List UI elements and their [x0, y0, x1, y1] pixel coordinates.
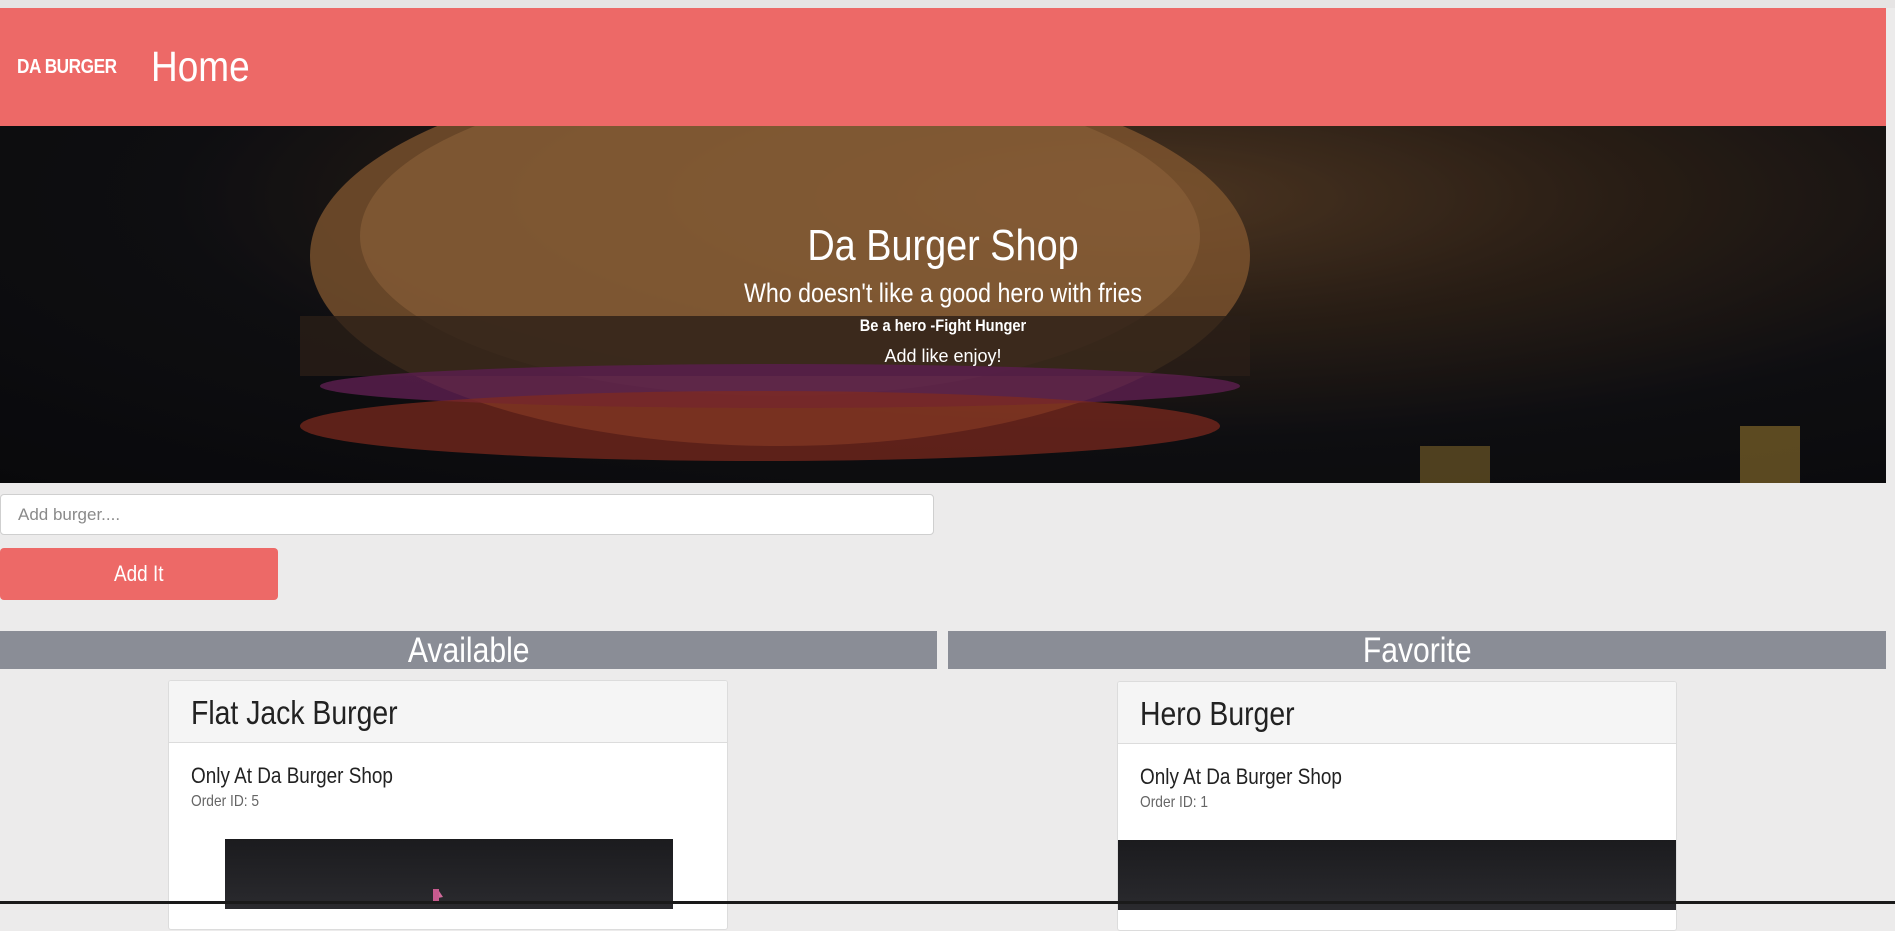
- nav-home-link[interactable]: Home: [151, 43, 250, 92]
- hero-cta-text: Add like enjoy!: [884, 346, 1002, 366]
- card-order-id: Order ID: 5: [191, 793, 260, 810]
- hero-subtitle: Who doesn't like a good hero with fries: [743, 278, 1143, 308]
- available-heading: Available: [407, 631, 530, 670]
- burger-card: Hero Burger Only At Da Burger Shop Order…: [1117, 681, 1677, 931]
- add-it-button[interactable]: Add It: [0, 548, 278, 600]
- card-subtitle: Only At Da Burger Shop: [191, 763, 393, 788]
- card-title: Flat Jack Burger: [191, 694, 398, 731]
- hero-tagline: Be a hero -Fight Hunger: [859, 316, 1027, 335]
- burger-image-graphic: [433, 889, 443, 901]
- favorite-heading: Favorite: [1362, 631, 1472, 670]
- hero-title: Da Burger Shop: [807, 221, 1079, 270]
- burger-card: Flat Jack Burger Only At Da Burger Shop …: [168, 680, 728, 930]
- burger-image: [1118, 840, 1676, 910]
- hero-banner: Da Burger Shop Who doesn't like a good h…: [0, 126, 1886, 483]
- add-burger-input[interactable]: [0, 494, 934, 535]
- favorite-column-header: Favorite: [948, 631, 1886, 670]
- top-strip: [0, 0, 1895, 8]
- card-subtitle: Only At Da Burger Shop: [1140, 764, 1342, 789]
- card-header: Hero Burger: [1118, 682, 1676, 744]
- available-column-header: Available: [0, 631, 937, 670]
- navbar: DA BURGER Home: [0, 8, 1886, 126]
- add-it-button-label: Add It: [114, 561, 164, 586]
- card-order-id: Order ID: 1: [1140, 794, 1209, 811]
- card-header: Flat Jack Burger: [169, 681, 727, 743]
- brand-logo-link[interactable]: DA BURGER: [17, 56, 117, 79]
- card-title: Hero Burger: [1140, 695, 1295, 732]
- burger-image: [225, 839, 673, 909]
